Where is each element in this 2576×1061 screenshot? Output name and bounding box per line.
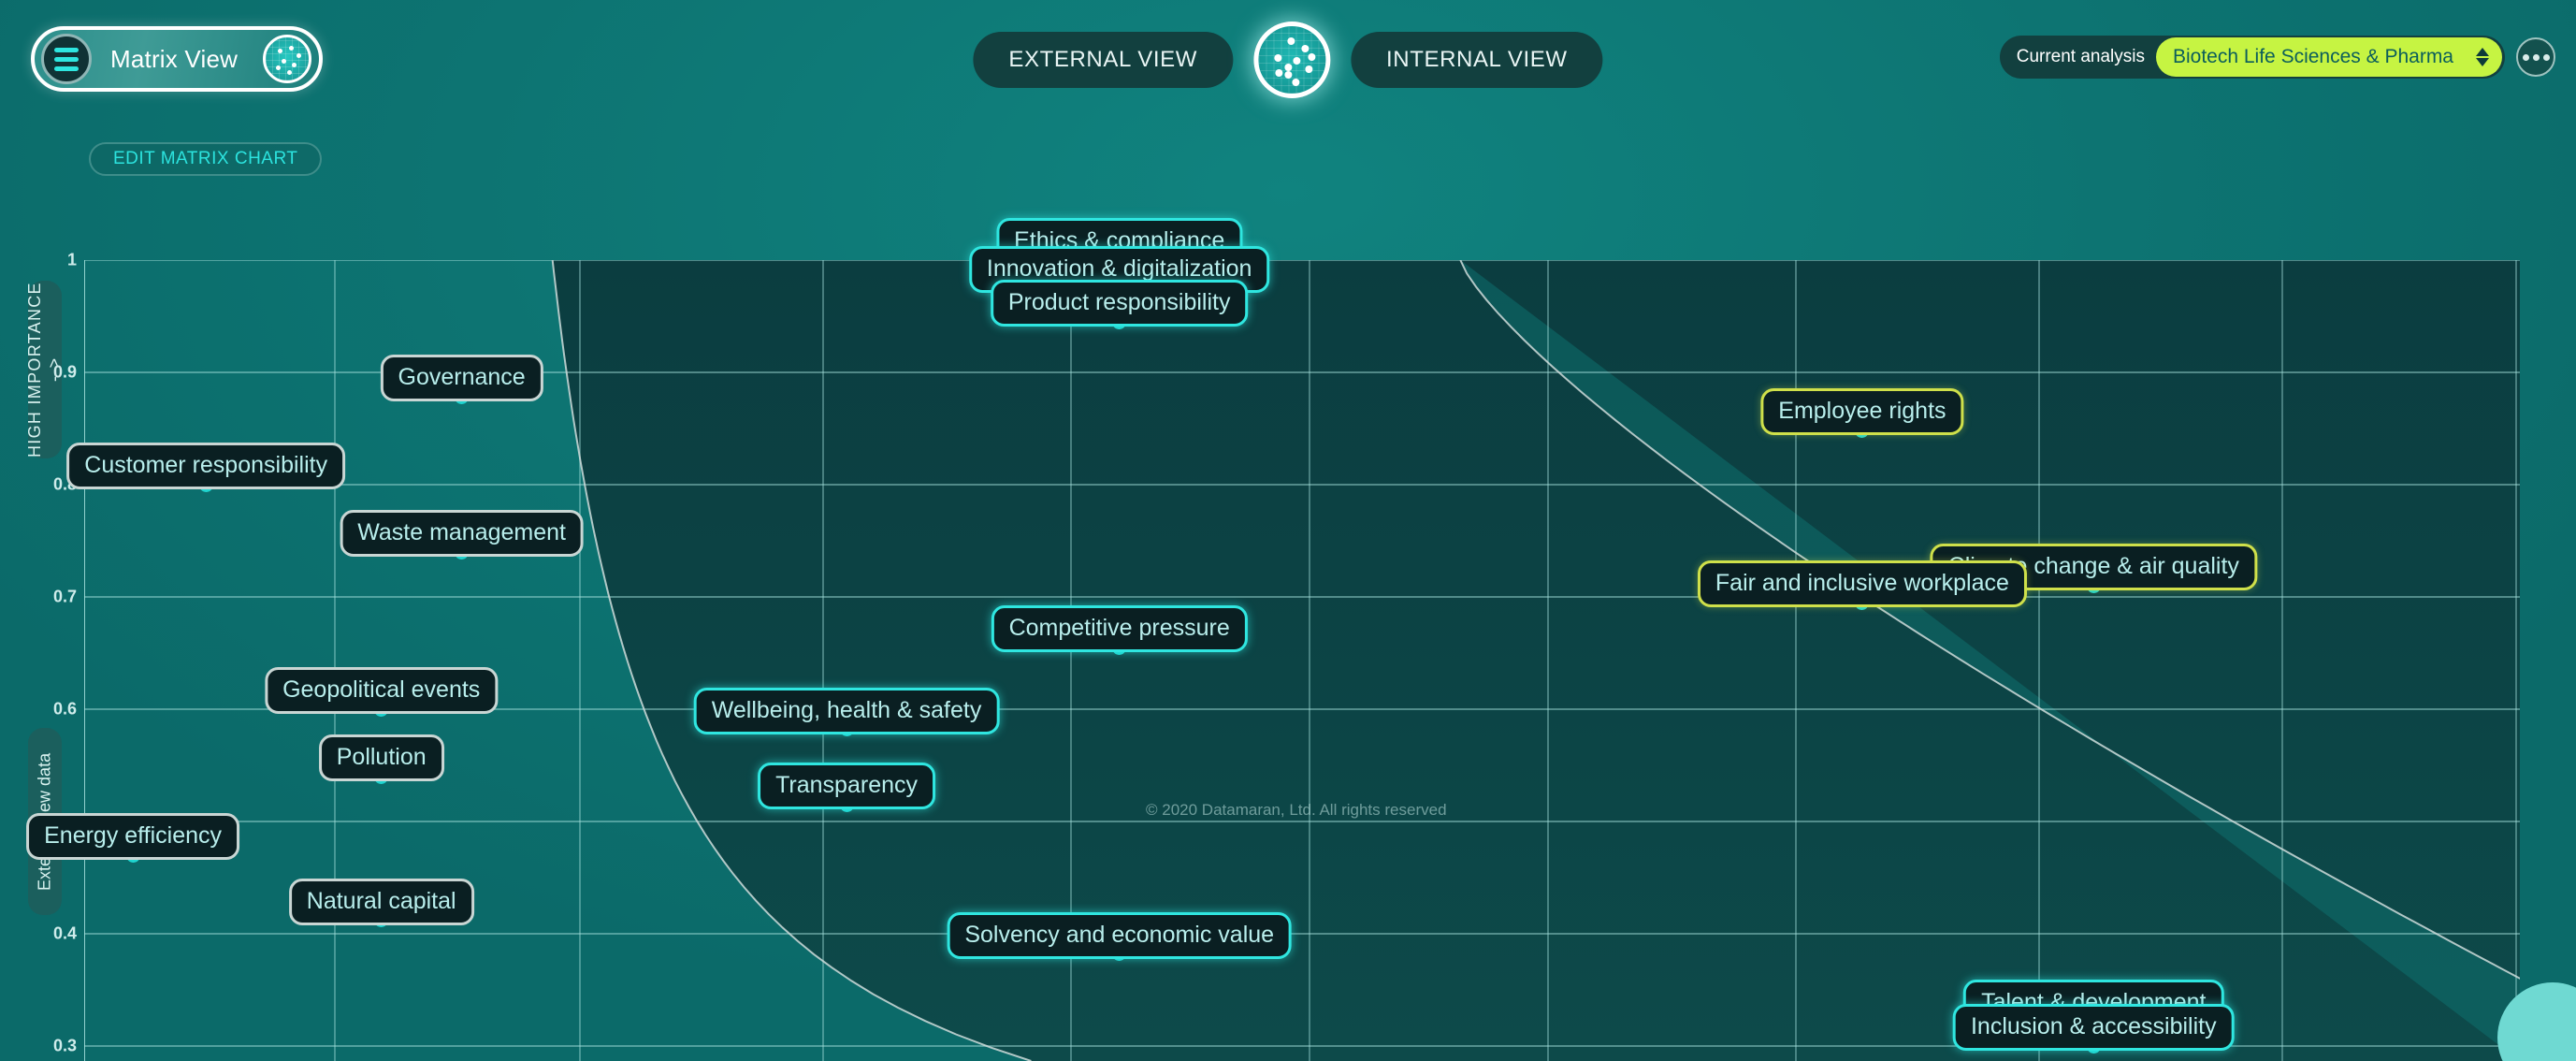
- y-tick-1: 1: [66, 250, 77, 269]
- topic-label[interactable]: Governance: [380, 355, 543, 402]
- topic-label[interactable]: Natural capital: [288, 878, 474, 925]
- top-bar: Matrix View EXTERNAL VIEW INTERNAL VIEW …: [0, 0, 2576, 122]
- copyright-notice: © 2020 Datamaran, Ltd. All rights reserv…: [1146, 801, 1447, 819]
- external-view-button[interactable]: EXTERNAL VIEW: [973, 32, 1234, 88]
- topic-label[interactable]: Employee rights: [1760, 388, 1964, 436]
- chevron-updown-icon: [2476, 48, 2489, 66]
- topic-label[interactable]: Inclusion & accessibility: [1952, 1004, 2235, 1051]
- topic-label[interactable]: Product responsibility: [990, 280, 1249, 327]
- topic-label[interactable]: Solvency and economic value: [947, 911, 1293, 959]
- y-tick-0.6: 0.6: [52, 699, 77, 719]
- current-analysis-group: Current analysis Biotech Life Sciences &…: [1999, 36, 2555, 79]
- app-title: Matrix View: [110, 44, 239, 73]
- current-analysis-label: Current analysis: [2016, 47, 2145, 66]
- topic-label[interactable]: Fair and inclusive workplace: [1697, 560, 2027, 607]
- y-tick-0.3: 0.3: [52, 1036, 77, 1055]
- current-analysis-value: Biotech Life Sciences & Pharma: [2173, 46, 2453, 67]
- matrix-view-menu-pill[interactable]: Matrix View: [31, 26, 323, 92]
- materiality-matrix-plot[interactable]: 10.90.80.70.60.50.40.3 Ethics & complian…: [26, 218, 2520, 1061]
- matrix-scatter-icon[interactable]: [1253, 22, 1331, 98]
- more-options-icon[interactable]: [2516, 37, 2555, 77]
- topic-label[interactable]: Energy efficiency: [26, 813, 240, 860]
- topic-label[interactable]: Transparency: [758, 763, 936, 809]
- y-tick-0.9: 0.9: [52, 362, 77, 382]
- hamburger-icon[interactable]: [41, 34, 92, 84]
- topic-label[interactable]: Competitive pressure: [991, 605, 1248, 652]
- y-tick-0.7: 0.7: [52, 587, 77, 606]
- topic-label[interactable]: Wellbeing, health & safety: [693, 687, 1000, 734]
- matrix-dots-icon[interactable]: [263, 35, 311, 83]
- internal-view-button[interactable]: INTERNAL VIEW: [1351, 32, 1603, 88]
- current-analysis-box: Current analysis Biotech Life Sciences &…: [1999, 36, 2505, 79]
- edit-matrix-chart-button[interactable]: EDIT MATRIX CHART: [89, 142, 323, 176]
- topic-label[interactable]: Waste management: [340, 510, 585, 557]
- current-analysis-select[interactable]: Biotech Life Sciences & Pharma: [2156, 37, 2502, 77]
- view-toggle-group: EXTERNAL VIEW INTERNAL VIEW: [973, 22, 1603, 98]
- topic-label[interactable]: Customer responsibility: [66, 443, 346, 489]
- y-tick-0.4: 0.4: [52, 923, 77, 943]
- topic-label[interactable]: Geopolitical events: [265, 667, 499, 714]
- topic-label[interactable]: Pollution: [318, 734, 444, 781]
